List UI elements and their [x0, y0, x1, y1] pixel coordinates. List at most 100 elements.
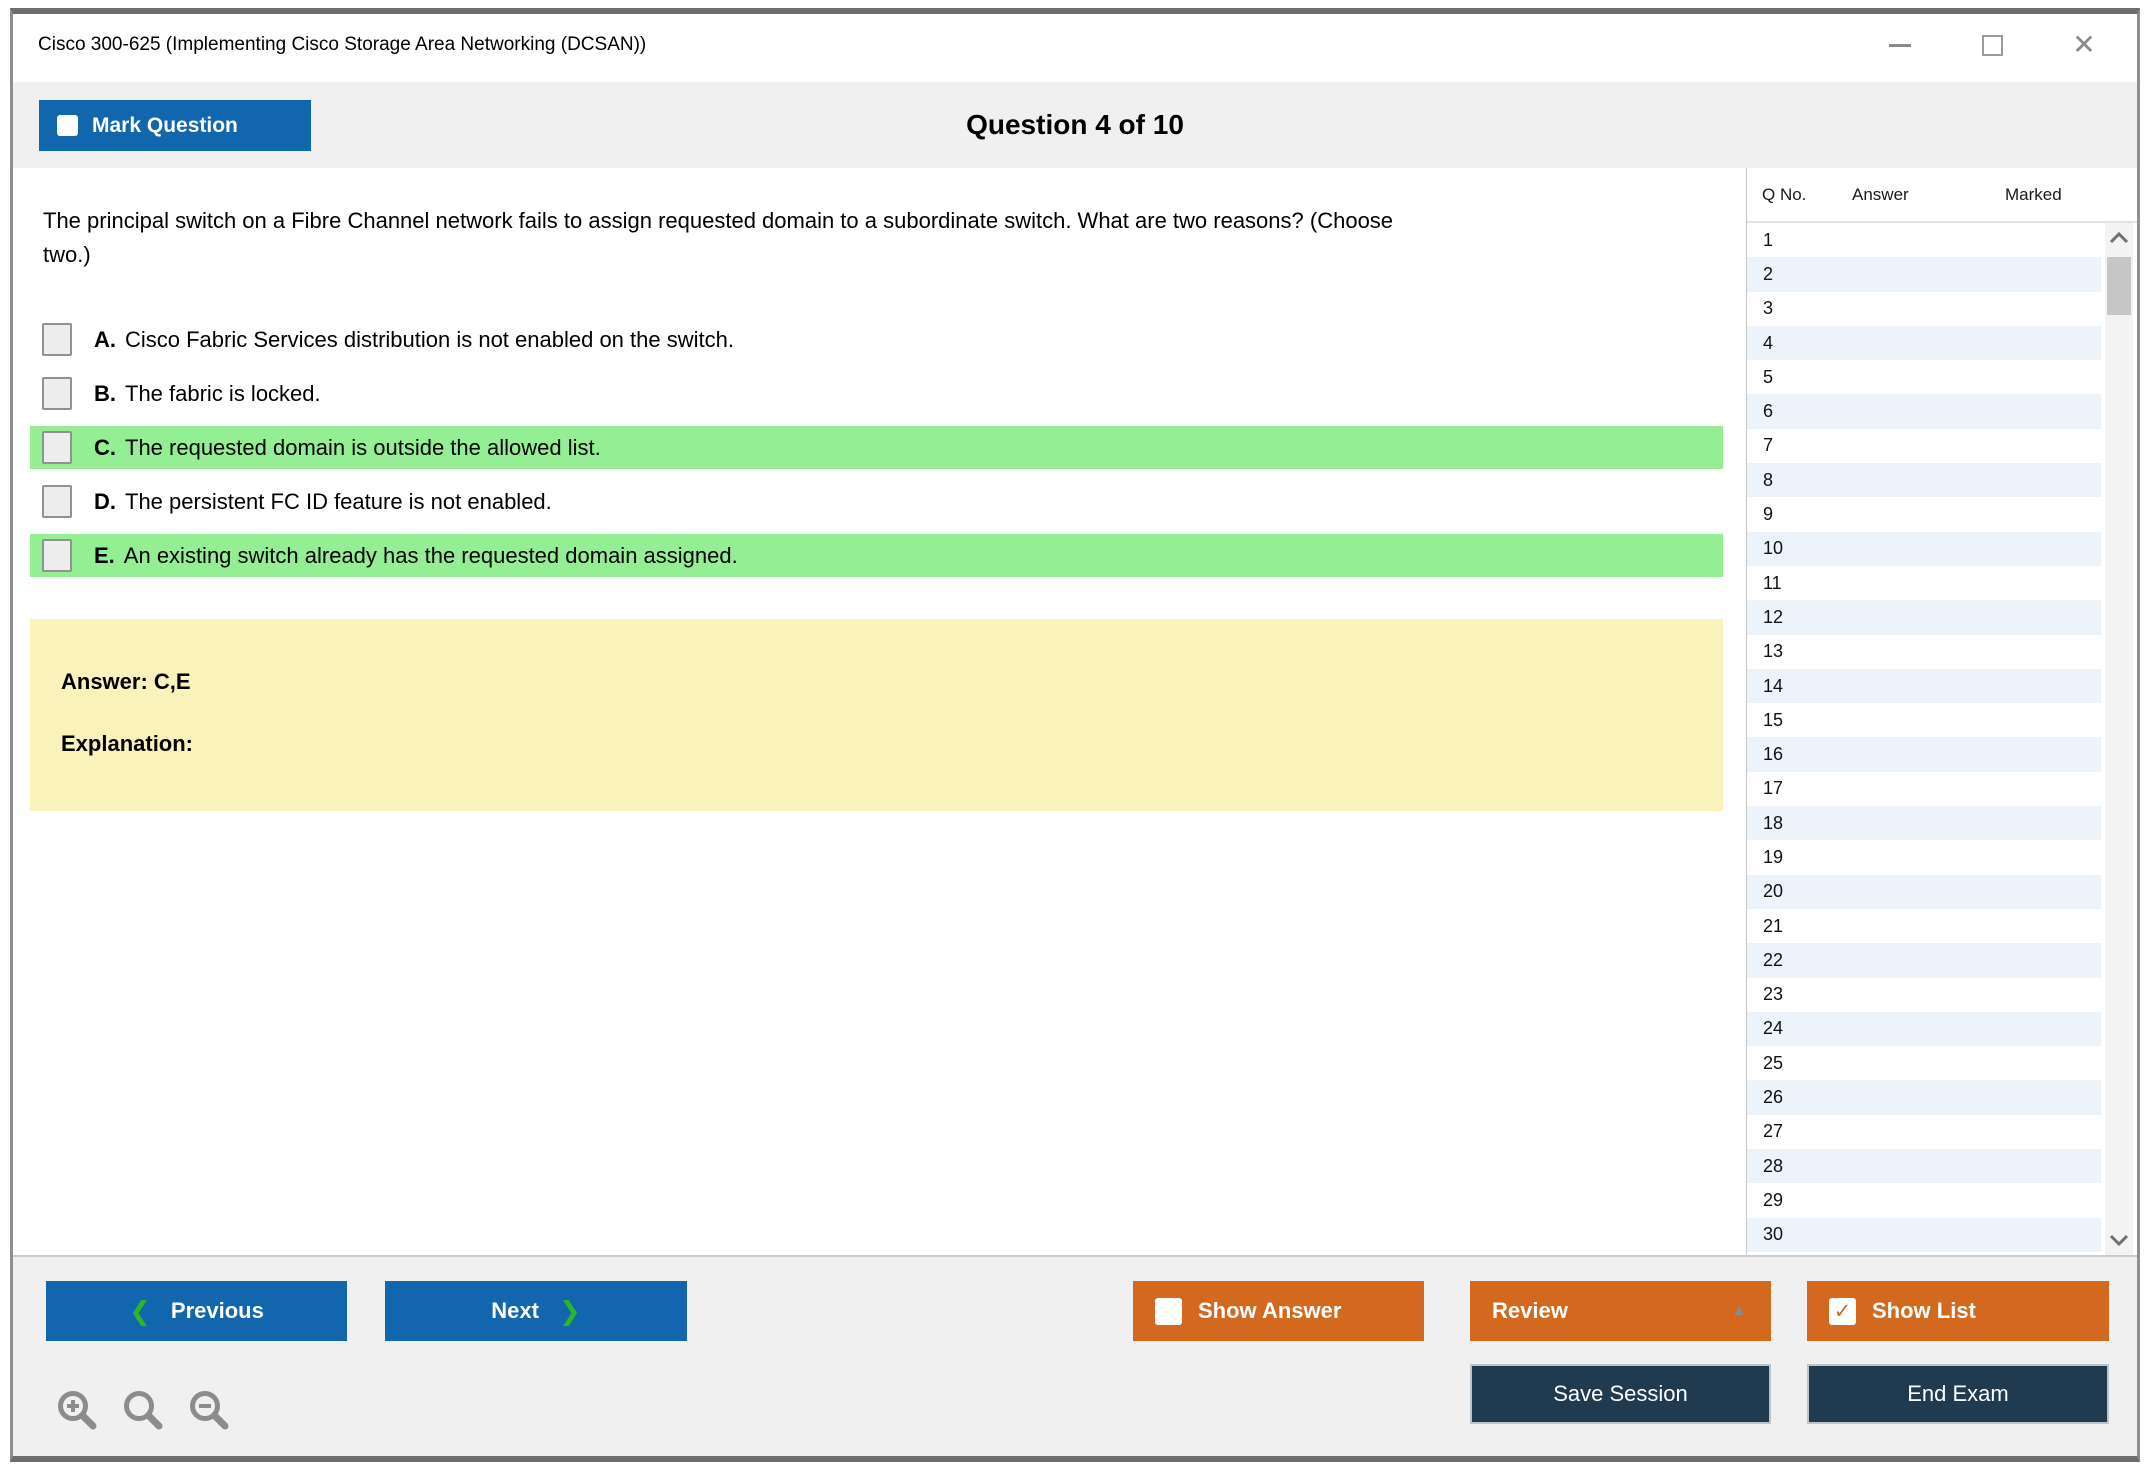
question-list-row[interactable]: 14 — [1747, 668, 2101, 704]
question-number: 10 — [1763, 538, 1784, 559]
save-session-button[interactable]: Save Session — [1470, 1364, 1771, 1424]
title-bar: Cisco 300-625 (Implementing Cisco Storag… — [13, 14, 2137, 82]
option-d-checkbox[interactable] — [42, 485, 72, 519]
zoom-in-icon[interactable] — [53, 1387, 101, 1435]
question-number: 16 — [1763, 744, 1784, 765]
option-e-letter: E. — [94, 542, 115, 568]
question-number: 22 — [1763, 949, 1784, 970]
answer-box: Answer: C,E Explanation: — [30, 619, 1723, 812]
question-number: 6 — [1763, 401, 1774, 422]
question-list-row[interactable]: 27 — [1747, 1114, 2101, 1150]
question-list-row[interactable]: 2 — [1747, 257, 2101, 292]
window-controls: ✕ — [1885, 30, 2099, 60]
zoom-reset-icon[interactable] — [119, 1387, 167, 1435]
option-b-checkbox[interactable] — [42, 377, 72, 411]
question-text: The principal switch on a Fibre Channel … — [43, 208, 1394, 268]
show-list-label: Show List — [1872, 1298, 1976, 1323]
scroll-down-icon[interactable] — [2105, 1225, 2133, 1255]
option-row-a[interactable]: A. Cisco Fabric Services distribution is … — [30, 318, 1723, 361]
question-list-row[interactable]: 7 — [1747, 428, 2101, 464]
question-list-row[interactable]: 12 — [1747, 600, 2101, 635]
zoom-out-icon[interactable] — [185, 1387, 233, 1435]
question-number: 18 — [1763, 812, 1784, 833]
column-marked: Marked — [2005, 184, 2062, 204]
question-list-row[interactable]: 5 — [1747, 360, 2101, 395]
option-c-checkbox[interactable] — [42, 431, 72, 465]
option-row-e[interactable]: E. An existing switch already has the req… — [30, 534, 1723, 578]
question-list-row[interactable]: 19 — [1747, 840, 2101, 875]
zoom-controls — [53, 1387, 233, 1435]
option-b-letter: B. — [94, 380, 116, 406]
question-list-row[interactable]: 3 — [1747, 291, 2101, 326]
sidebar-scrollbar[interactable] — [2105, 223, 2133, 1255]
options-list: A. Cisco Fabric Services distribution is … — [13, 318, 1746, 578]
option-row-d[interactable]: D. The persistent FC ID feature is not en… — [30, 480, 1723, 523]
question-number: 4 — [1763, 332, 1774, 353]
previous-chevron-icon: ❮ — [129, 1296, 151, 1326]
question-list-row[interactable]: 20 — [1747, 874, 2101, 909]
option-e-checkbox[interactable] — [42, 539, 72, 573]
question-list-row[interactable]: 11 — [1747, 565, 2101, 601]
question-list-row[interactable]: 10 — [1747, 531, 2101, 566]
next-button[interactable]: Next ❯ — [385, 1281, 687, 1341]
close-button[interactable]: ✕ — [2069, 30, 2099, 60]
question-list-row[interactable]: 1 — [1747, 223, 2101, 258]
minimize-button[interactable] — [1885, 30, 1915, 60]
question-number: 15 — [1763, 709, 1784, 730]
scrollbar-thumb[interactable] — [2107, 257, 2131, 315]
question-number: 12 — [1763, 606, 1784, 627]
question-number: 26 — [1763, 1087, 1784, 1108]
question-list-row[interactable]: 8 — [1747, 463, 2101, 498]
question-number: 8 — [1763, 469, 1774, 490]
question-list-sidebar: Q No. Answer Marked 1 2 3 4 5 6 7 8 9 10 11 12 13 14 1… — [1746, 168, 2137, 1255]
question-list-row[interactable]: 16 — [1747, 737, 2101, 772]
question-number: 24 — [1763, 1018, 1784, 1039]
question-list-row[interactable]: 28 — [1747, 1149, 2101, 1184]
option-a-checkbox[interactable] — [42, 323, 72, 357]
exam-app: Cisco 300-625 (Implementing Cisco Storag… — [0, 0, 2150, 1470]
question-list-row[interactable]: 15 — [1747, 703, 2101, 738]
question-list-row[interactable]: 22 — [1747, 943, 2101, 978]
option-b-text: The fabric is locked. — [125, 380, 321, 406]
save-session-label: Save Session — [1553, 1381, 1688, 1406]
question-list-row[interactable]: 6 — [1747, 394, 2101, 429]
previous-button[interactable]: ❮ Previous — [46, 1281, 347, 1341]
option-row-c[interactable]: C. The requested domain is outside the al… — [30, 426, 1723, 470]
question-list-row[interactable]: 4 — [1747, 325, 2101, 361]
question-list-row[interactable]: 18 — [1747, 806, 2101, 841]
maximize-icon — [1981, 34, 2003, 56]
question-list-row[interactable]: 25 — [1747, 1046, 2101, 1081]
scroll-up-icon[interactable] — [2105, 223, 2133, 253]
question-list: 1 2 3 4 5 6 7 8 9 10 11 12 13 14 15 16 17 18 19 20 21 22 23 24 2… — [1747, 223, 2137, 1255]
question-list-row[interactable]: 13 — [1747, 634, 2101, 669]
show-list-checkbox-icon: ✓ — [1829, 1297, 1856, 1325]
end-exam-label: End Exam — [1907, 1381, 2009, 1406]
end-exam-button[interactable]: End Exam — [1807, 1364, 2109, 1424]
mark-question-button[interactable]: Mark Question — [39, 100, 311, 151]
footer-bar: ❮ Previous Next ❯ Show Answer Review ▲ ✓… — [13, 1255, 2137, 1456]
show-answer-button[interactable]: Show Answer — [1133, 1281, 1424, 1341]
question-list-row[interactable]: 21 — [1747, 908, 2101, 944]
option-row-b[interactable]: B. The fabric is locked. — [30, 372, 1723, 415]
question-list-row[interactable]: 30 — [1747, 1217, 2101, 1252]
show-answer-checkbox-icon — [1155, 1297, 1182, 1325]
question-number: 11 — [1763, 572, 1782, 593]
review-button[interactable]: Review ▲ — [1470, 1281, 1771, 1341]
next-chevron-icon: ❯ — [558, 1296, 581, 1326]
show-list-button[interactable]: ✓ Show List — [1807, 1281, 2109, 1341]
review-label: Review — [1492, 1298, 1568, 1323]
explanation-label: Explanation: — [61, 731, 194, 757]
review-caret-icon: ▲ — [1731, 1302, 1747, 1319]
header-band: Mark Question Question 4 of 10 — [13, 82, 2137, 168]
question-number: 1 — [1763, 229, 1774, 250]
mark-question-label: Mark Question — [92, 113, 238, 137]
question-number: 9 — [1763, 504, 1774, 525]
question-list-header: Q No. Answer Marked — [1747, 168, 2137, 223]
question-list-row[interactable]: 29 — [1747, 1183, 2101, 1218]
maximize-button[interactable] — [1977, 30, 2007, 60]
question-list-row[interactable]: 24 — [1747, 1011, 2101, 1047]
question-list-row[interactable]: 9 — [1747, 497, 2101, 532]
question-list-row[interactable]: 23 — [1747, 977, 2101, 1012]
question-list-row[interactable]: 17 — [1747, 771, 2101, 807]
question-list-row[interactable]: 26 — [1747, 1080, 2101, 1115]
